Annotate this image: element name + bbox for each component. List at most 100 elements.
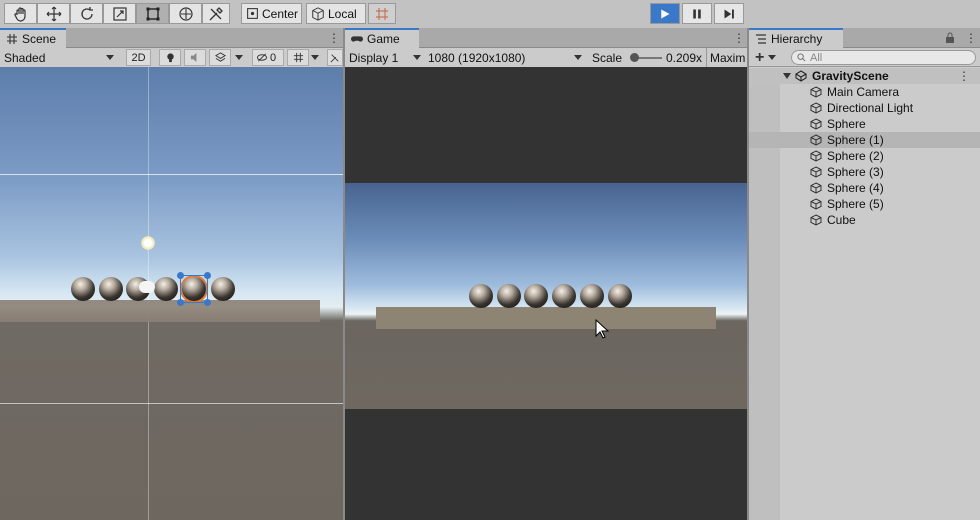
hierarchy-item-label: Sphere	[827, 117, 866, 131]
plus-icon: +	[755, 48, 765, 66]
scale-slider-thumb[interactable]	[630, 53, 639, 62]
game-render	[345, 183, 747, 409]
scene-menu-icon[interactable]: ⋮	[328, 32, 340, 44]
hierarchy-item[interactable]: Sphere (3)	[749, 164, 980, 180]
camera-gizmo[interactable]	[139, 281, 155, 293]
draw-mode-value: Shaded	[4, 50, 46, 65]
display-dropdown[interactable]: Display 1	[349, 48, 425, 67]
rect-handles[interactable]	[180, 275, 208, 303]
custom-tools-button[interactable]	[202, 3, 230, 24]
grid-icon	[293, 52, 303, 63]
cube-outline-icon	[312, 6, 324, 21]
game-sphere	[497, 284, 521, 308]
transform-tool-button[interactable]	[169, 3, 202, 24]
hierarchy-item-label: Sphere (2)	[827, 149, 884, 163]
chevron-down-icon	[574, 55, 582, 60]
create-button[interactable]: +	[755, 48, 781, 66]
scale-label: Scale	[592, 48, 630, 67]
scene-menu-icon[interactable]: ⋮	[958, 69, 970, 83]
scene-tabbar: Scene ⋮	[0, 28, 343, 48]
pivot-center-button[interactable]: Center	[241, 3, 302, 24]
hidden-objects-toggle[interactable]: 0	[252, 49, 284, 66]
game-sphere	[580, 284, 604, 308]
pivot-icon	[247, 8, 258, 19]
hierarchy-item-label: Sphere (1)	[827, 133, 884, 147]
rect-transform-icon	[146, 7, 159, 20]
search-placeholder: All	[810, 51, 823, 64]
game-sphere	[524, 284, 548, 308]
hierarchy-item[interactable]: Sphere (1)	[749, 132, 980, 148]
hierarchy-item[interactable]: Cube	[749, 212, 980, 228]
game-sphere	[469, 284, 493, 308]
draw-mode-dropdown[interactable]: Shaded	[2, 48, 118, 67]
step-icon	[724, 9, 734, 18]
game-menu-icon[interactable]: ⋮	[733, 32, 745, 44]
rect-handle[interactable]	[177, 299, 184, 306]
gameobject-cube-icon	[810, 86, 822, 98]
scene-sphere[interactable]	[71, 277, 95, 301]
gameobject-cube-icon	[810, 214, 822, 226]
rect-handle[interactable]	[177, 272, 184, 279]
hierarchy-item[interactable]: Sphere	[749, 116, 980, 132]
pause-button[interactable]	[682, 3, 712, 24]
scene-cube[interactable]	[0, 300, 320, 322]
maximize-on-play-button[interactable]: Maxim	[710, 48, 747, 67]
expand-chevron-icon[interactable]	[783, 73, 791, 79]
space-local-button[interactable]: Local	[306, 3, 366, 24]
audio-toggle[interactable]	[184, 49, 206, 66]
hierarchy-item[interactable]: Directional Light	[749, 100, 980, 116]
hierarchy-item-label: Sphere (3)	[827, 165, 884, 179]
hierarchy-search-input[interactable]: All	[791, 50, 976, 65]
hand-tool-button[interactable]	[4, 3, 37, 24]
hand-icon	[13, 6, 26, 22]
scene-sphere[interactable]	[99, 277, 123, 301]
tools-overflow-button[interactable]	[327, 49, 343, 66]
grid-dropdown[interactable]	[309, 48, 323, 67]
hierarchy-item-label: Directional Light	[827, 101, 914, 115]
scene-sphere[interactable]	[211, 277, 235, 301]
gamepad-icon	[351, 36, 363, 42]
search-icon	[797, 53, 806, 62]
tab-game[interactable]: Game	[345, 28, 419, 48]
play-icon	[661, 9, 670, 18]
scale-value: 0.209x	[666, 48, 706, 67]
layers-icon	[214, 52, 226, 62]
resolution-dropdown[interactable]: 1080 (1920x1080)	[428, 48, 586, 67]
tab-hierarchy-label: Hierarchy	[771, 32, 823, 46]
hierarchy-item[interactable]: Sphere (2)	[749, 148, 980, 164]
hierarchy-item[interactable]: Main Camera	[749, 84, 980, 100]
tab-scene[interactable]: Scene	[0, 28, 66, 48]
toggle-2d-button[interactable]: 2D	[126, 49, 151, 66]
pivot-label: Center	[262, 6, 299, 21]
scale-tool-button[interactable]	[103, 3, 136, 24]
scene-root-row[interactable]: GravityScene ⋮	[749, 68, 980, 84]
play-button[interactable]	[650, 3, 680, 24]
game-cube	[376, 307, 716, 329]
hierarchy-item[interactable]: Sphere (4)	[749, 180, 980, 196]
lock-icon[interactable]	[945, 32, 955, 44]
hierarchy-menu-icon[interactable]: ⋮	[965, 32, 977, 44]
effects-dropdown[interactable]	[233, 48, 247, 67]
hash-icon	[7, 34, 17, 44]
gameobject-cube-icon	[810, 118, 822, 130]
game-viewport[interactable]	[345, 67, 747, 520]
rotate-tool-button[interactable]	[70, 3, 103, 24]
scene-viewport[interactable]	[0, 67, 343, 520]
move-tool-button[interactable]	[37, 3, 70, 24]
mouse-cursor-icon	[595, 319, 609, 339]
hierarchy-item[interactable]: Sphere (5)	[749, 196, 980, 212]
scale-icon	[112, 6, 127, 21]
lighting-toggle[interactable]	[159, 49, 181, 66]
tab-hierarchy[interactable]: Hierarchy	[749, 28, 843, 48]
directional-light-gizmo[interactable]	[140, 235, 156, 251]
rect-handle[interactable]	[204, 272, 211, 279]
rect-handle[interactable]	[204, 299, 211, 306]
speaker-icon	[190, 52, 196, 63]
grid-toggle[interactable]	[287, 49, 309, 66]
rect-tool-button[interactable]	[136, 3, 169, 24]
effects-toggle[interactable]	[209, 49, 231, 66]
grid-snap-button[interactable]	[368, 3, 396, 24]
step-button[interactable]	[714, 3, 744, 24]
hierarchy-tabbar: Hierarchy ⋮	[749, 28, 980, 48]
scene-sphere[interactable]	[154, 277, 178, 301]
